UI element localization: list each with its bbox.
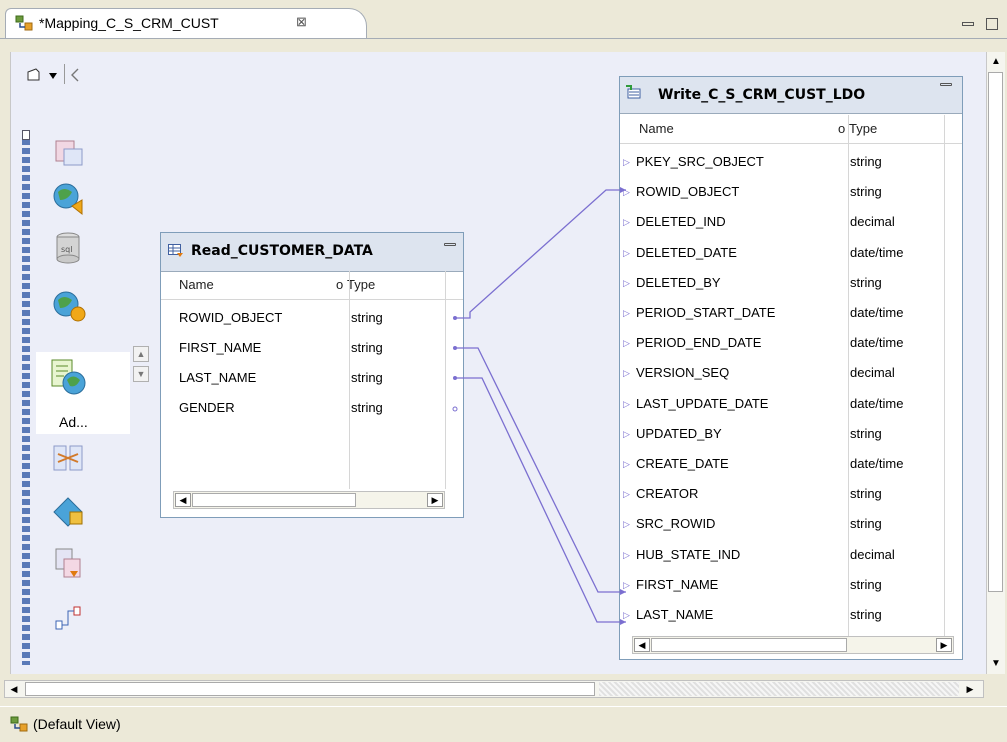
default-view-label[interactable]: (Default View): [33, 716, 121, 732]
scrollbar-track[interactable]: [599, 682, 959, 696]
link-last-name: [455, 377, 626, 623]
scrollbar-thumb[interactable]: [988, 72, 1003, 592]
canvas-horizontal-scrollbar[interactable]: ◀ ▶: [4, 680, 984, 698]
port-dot: [453, 346, 457, 350]
link-rowid-object: [455, 189, 626, 319]
canvas-vertical-scrollbar[interactable]: ▲ ▼: [986, 52, 1005, 674]
mapping-links: [452, 187, 626, 625]
scrollbar-thumb[interactable]: [25, 682, 595, 696]
arrow-head: [620, 187, 626, 193]
scroll-up-button[interactable]: ▲: [988, 54, 1004, 70]
scroll-down-button[interactable]: ▼: [988, 656, 1004, 672]
port-dot: [453, 376, 457, 380]
mapping-icon: [10, 716, 28, 732]
scroll-left-button[interactable]: ◀: [7, 682, 21, 696]
link-first-name: [455, 347, 626, 593]
scroll-right-button[interactable]: ▶: [963, 682, 977, 696]
port-dot-empty: [452, 406, 458, 412]
arrow-head: [620, 589, 626, 595]
status-bar: (Default View): [0, 706, 1007, 742]
port-dot: [453, 316, 457, 320]
arrow-head: [620, 619, 626, 625]
